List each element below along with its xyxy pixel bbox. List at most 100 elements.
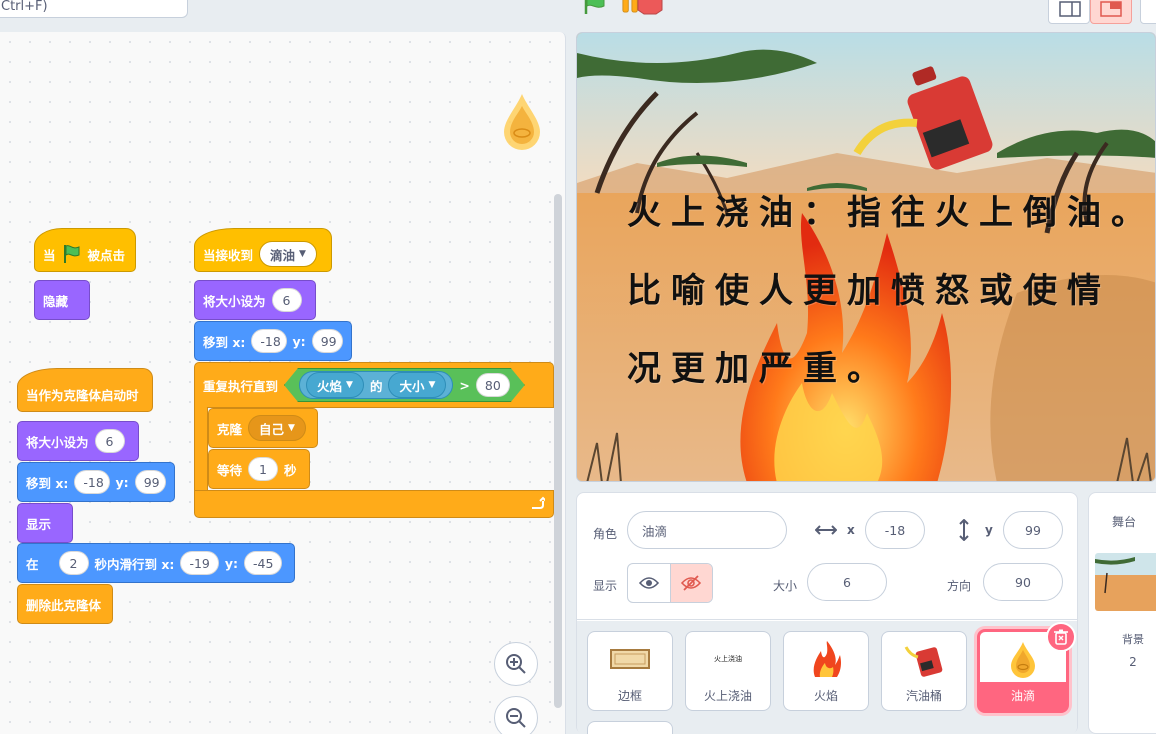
backdrop-count: 2	[1129, 655, 1137, 669]
size-input[interactable]: 6	[94, 429, 125, 453]
y-input[interactable]: 99	[134, 470, 166, 494]
field-value: 99	[1025, 522, 1041, 538]
size-input[interactable]: 6	[271, 288, 302, 312]
x-input[interactable]: -18	[74, 470, 110, 494]
clone-target-dropdown[interactable]: 自己 ▼	[248, 415, 306, 441]
sprite-tile[interactable]: 边框	[587, 631, 673, 711]
compare-input[interactable]: 80	[476, 373, 510, 397]
sprite-tile-label: 火焰	[813, 689, 838, 703]
block-label: 等待	[217, 462, 243, 478]
y-label: y	[985, 523, 993, 537]
x-field[interactable]: -18	[865, 511, 925, 549]
show-sprite-button[interactable]	[628, 564, 670, 602]
savanna-thumbnail-image	[1095, 553, 1156, 611]
sprite-tile-selected[interactable]: 油滴	[977, 622, 1076, 713]
hide-block[interactable]: 隐藏	[34, 280, 90, 320]
block-label: 被点击	[87, 247, 126, 263]
code-scrollbar[interactable]	[554, 194, 562, 708]
green-flag-icon[interactable]	[582, 0, 610, 16]
block-label: 在	[26, 556, 39, 572]
create-clone-block[interactable]: 克隆 自己 ▼	[208, 408, 318, 448]
message-dropdown[interactable]: 滴油 ▼	[259, 241, 317, 267]
scroll-frame-icon	[610, 649, 650, 669]
glide-block[interactable]: 在 2 秒内滑行到 x: -19 y: -45	[17, 543, 295, 583]
idiom-text-line: 比喻使人更加愤怒或使情	[627, 271, 1111, 311]
flame-icon	[813, 641, 841, 677]
small-stage-button[interactable]	[1048, 0, 1090, 24]
glide-y-input[interactable]: -45	[244, 551, 283, 575]
y-field[interactable]: 99	[1003, 511, 1063, 549]
sprite-list: 边框 火上浇油 火上浇油 火焰 汽油桶 油滴	[577, 621, 1077, 734]
thumbnail-text: 火上浇油	[714, 655, 742, 663]
block-label: 秒	[284, 462, 297, 478]
sprite-name-label: 角色	[593, 527, 618, 541]
block-label: 隐藏	[43, 293, 69, 309]
when-flag-clicked-block[interactable]: 当 被点击	[34, 228, 136, 272]
size-label: 大小	[773, 579, 798, 593]
delete-clone-block[interactable]: 删除此克隆体	[17, 584, 113, 624]
block-label: 当接收到	[203, 247, 254, 263]
block-label: 秒内滑行到 x:	[94, 556, 175, 572]
dropdown-value: 滴油	[270, 247, 296, 263]
hide-sprite-button[interactable]	[669, 564, 712, 602]
chevron-down-icon: ▼	[288, 423, 295, 433]
greater-than-operator[interactable]: 火焰 ▼ 的 大小 ▼ > 80	[284, 368, 525, 402]
goto-xy-block[interactable]: 移到 x: -18 y: 99	[194, 321, 352, 361]
x-input[interactable]: -18	[251, 329, 287, 353]
wait-input[interactable]: 1	[248, 457, 279, 481]
goto-xy-block[interactable]: 移到 x: -18 y: 99	[17, 462, 175, 502]
repeat-until-block[interactable]: 重复执行直到 火焰 ▼ 的 大小 ▼ > 80	[194, 362, 554, 408]
sprite-tile[interactable]: 火焰	[783, 631, 869, 711]
delete-sprite-button[interactable]	[1046, 622, 1076, 652]
savanna-backdrop	[577, 33, 1155, 481]
when-receive-block[interactable]: 当接收到 滴油 ▼	[194, 228, 332, 272]
dropdown-value: 自己	[259, 421, 285, 437]
sprite-tile[interactable]: 汽油桶	[881, 631, 967, 711]
wait-block[interactable]: 等待 1 秒	[208, 449, 310, 489]
block-label: 重复执行直到	[203, 378, 279, 394]
sensing-target-dropdown[interactable]: 火焰 ▼	[306, 372, 364, 398]
field-value: 6	[843, 574, 851, 590]
sprite-name-field[interactable]: 油滴	[627, 511, 787, 549]
zoom-in-button[interactable]	[494, 642, 538, 686]
chevron-down-icon: ▼	[346, 380, 353, 390]
fullscreen-button[interactable]	[1140, 0, 1156, 24]
layout-small-icon	[1059, 1, 1081, 17]
horizontal-arrows-icon	[815, 525, 837, 535]
visibility-toggle	[627, 563, 713, 603]
sprite-tile-label: 油滴	[980, 682, 1066, 710]
vertical-arrows-icon	[959, 519, 969, 541]
set-size-block[interactable]: 将大小设为 6	[194, 280, 316, 320]
gas-can-icon	[904, 646, 943, 677]
sprite-info-panel: 角色 油滴 x -18 y 99 显示 大小 6 方向 90 边框 火上浇油 火…	[576, 492, 1078, 734]
block-label: 当作为克隆体启动时	[26, 387, 139, 403]
sprite-tile[interactable]	[587, 721, 673, 734]
idiom-text-line: 火上浇油：指往火上倒油。	[627, 193, 1155, 233]
glide-x-input[interactable]: -19	[180, 551, 219, 575]
direction-field[interactable]: 90	[983, 563, 1063, 601]
sensing-of-reporter[interactable]: 火焰 ▼ 的 大小 ▼	[299, 371, 453, 399]
dropdown-value: 大小	[399, 378, 425, 394]
show-block[interactable]: 显示	[17, 503, 73, 543]
layout-normal-icon	[1100, 1, 1122, 17]
stage-canvas[interactable]: 火上浇油：指往火上倒油。 比喻使人更加愤怒或使情 况更加严重。	[576, 32, 1156, 482]
chevron-down-icon: ▼	[299, 249, 306, 259]
glide-secs-input[interactable]: 2	[58, 551, 89, 575]
y-input[interactable]: 99	[311, 329, 343, 353]
stage-selector[interactable]: 舞台 背景 2	[1088, 492, 1156, 734]
set-size-block[interactable]: 将大小设为 6	[17, 421, 139, 461]
oil-drop-sprite-icon	[504, 94, 540, 150]
sprite-tile[interactable]: 火上浇油 火上浇油	[685, 631, 771, 711]
property-dropdown[interactable]: 大小 ▼	[388, 372, 446, 398]
zoom-out-button[interactable]	[494, 696, 538, 734]
size-field[interactable]: 6	[807, 563, 887, 601]
normal-stage-button[interactable]	[1090, 0, 1132, 24]
sprite-thumbnail	[784, 636, 868, 682]
when-clone-starts-block[interactable]: 当作为克隆体启动时	[17, 368, 153, 412]
block-label: 删除此克隆体	[26, 597, 102, 613]
repeat-until-footer	[194, 490, 554, 518]
field-value: 90	[1015, 574, 1031, 590]
code-workspace[interactable]: 当 被点击 隐藏 当接收到 滴油 ▼ 将大小设为 6 移到 x: -18 y: 9…	[0, 32, 566, 734]
stop-icon[interactable]	[636, 0, 664, 18]
search-input[interactable]: Ctrl+F)	[0, 0, 188, 18]
